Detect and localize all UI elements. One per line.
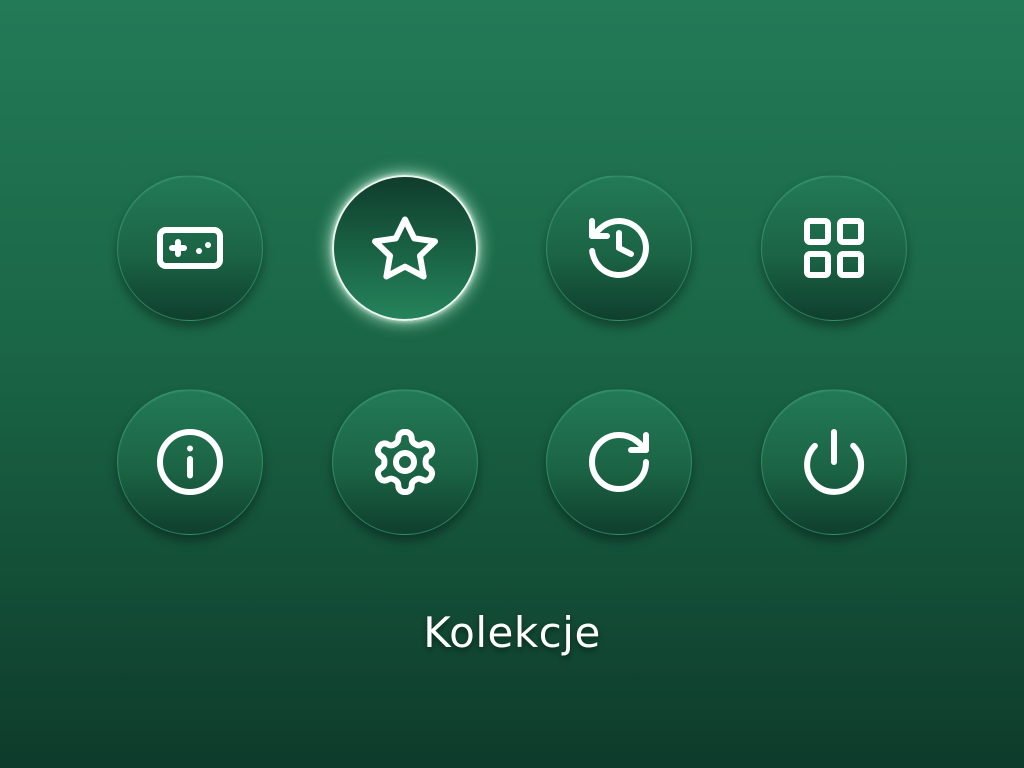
info-icon [157, 429, 223, 495]
grid-icon [804, 218, 864, 278]
refresh-icon [589, 432, 649, 492]
gear-icon [374, 429, 436, 495]
games-button[interactable] [117, 175, 263, 321]
selected-item-caption: Kolekcje [423, 608, 601, 657]
history-button[interactable] [546, 175, 692, 321]
settings-button[interactable] [332, 389, 478, 535]
history-icon [589, 218, 649, 279]
restart-button[interactable] [546, 389, 692, 535]
gamepad-icon [157, 227, 223, 269]
power-button[interactable] [761, 389, 907, 535]
apps-button[interactable] [761, 175, 907, 321]
collections-button[interactable] [332, 175, 478, 321]
info-button[interactable] [117, 389, 263, 535]
power-icon [804, 429, 865, 495]
star-icon [372, 216, 438, 280]
